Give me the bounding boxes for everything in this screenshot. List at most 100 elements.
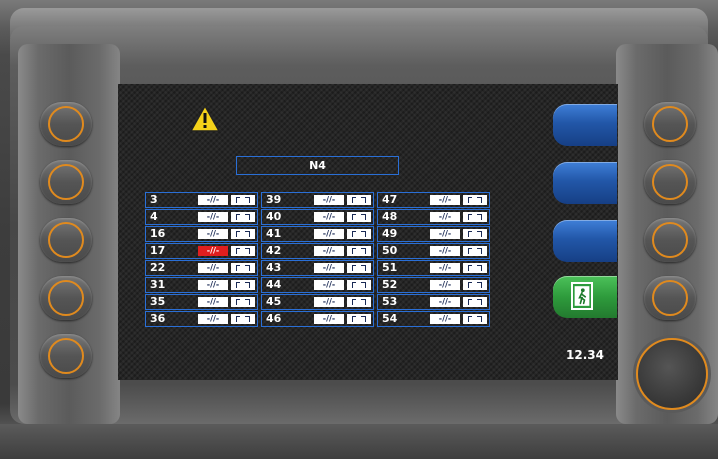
zone-row[interactable]: 51 -//- — [377, 260, 490, 276]
zone-number: 3 — [150, 193, 158, 206]
switch-icon[interactable]: -//- — [198, 263, 228, 273]
zone-row[interactable]: 48 -//- — [377, 209, 490, 225]
exit-button[interactable] — [553, 276, 617, 318]
right-softkey-2[interactable] — [644, 160, 696, 204]
switch-icon[interactable]: -//- — [198, 212, 228, 222]
bracket-icon[interactable] — [231, 297, 255, 307]
bracket-icon[interactable] — [231, 280, 255, 290]
switch-icon[interactable]: -//- — [314, 195, 344, 205]
clock-readout: 12.34 — [566, 348, 604, 362]
zone-row[interactable]: 35 -//- — [145, 294, 258, 310]
switch-icon[interactable]: -//- — [314, 246, 344, 256]
zone-row[interactable]: 39 -//- — [261, 192, 374, 208]
right-softkey-3[interactable] — [644, 218, 696, 262]
right-softkey-4[interactable] — [644, 276, 696, 320]
bracket-icon[interactable] — [463, 212, 487, 222]
zone-row[interactable]: 3 -//- — [145, 192, 258, 208]
bracket-icon[interactable] — [231, 314, 255, 324]
bracket-icon[interactable] — [347, 280, 371, 290]
rotary-knob[interactable] — [636, 338, 708, 410]
zone-row[interactable]: 4 -//- — [145, 209, 258, 225]
bracket-icon[interactable] — [347, 195, 371, 205]
switch-icon[interactable]: -//- — [430, 246, 460, 256]
switch-icon[interactable]: -//- — [314, 263, 344, 273]
bracket-icon[interactable] — [347, 212, 371, 222]
bracket-icon[interactable] — [231, 263, 255, 273]
switch-alarm-icon[interactable]: -//- — [198, 246, 228, 256]
bracket-icon[interactable] — [347, 246, 371, 256]
switch-icon[interactable]: -//- — [314, 212, 344, 222]
switch-icon[interactable]: -//- — [430, 280, 460, 290]
left-softkey-4[interactable] — [40, 276, 92, 320]
bracket-icon[interactable] — [347, 229, 371, 239]
screen-button-3[interactable] — [553, 220, 617, 262]
switch-icon[interactable]: -//- — [430, 229, 460, 239]
bracket-icon[interactable] — [463, 195, 487, 205]
zone-row[interactable]: 44 -//- — [261, 277, 374, 293]
zone-number: 40 — [266, 210, 282, 223]
zone-row[interactable]: 54 -//- — [377, 311, 490, 327]
bracket-icon[interactable] — [231, 246, 255, 256]
zone-row[interactable]: 40 -//- — [261, 209, 374, 225]
bracket-icon[interactable] — [347, 314, 371, 324]
zone-column-3: 47 -//- 48 -//- 49 -//- 50 -//- 51 -//- 52 -//- 53 -/… — [377, 192, 490, 327]
switch-icon[interactable]: -//- — [314, 229, 344, 239]
switch-icon[interactable]: -//- — [430, 195, 460, 205]
zone-row[interactable]: 22 -//- — [145, 260, 258, 276]
bracket-icon[interactable] — [463, 297, 487, 307]
bracket-icon[interactable] — [463, 246, 487, 256]
zone-row[interactable]: 36 -//- — [145, 311, 258, 327]
bracket-icon[interactable] — [231, 229, 255, 239]
right-softkey-1[interactable] — [644, 102, 696, 146]
switch-icon[interactable]: -//- — [198, 195, 228, 205]
zone-row[interactable]: 53 -//- — [377, 294, 490, 310]
left-softkey-5[interactable] — [40, 334, 92, 378]
bracket-icon[interactable] — [231, 212, 255, 222]
left-softkey-1[interactable] — [40, 102, 92, 146]
zone-row[interactable]: 41 -//- — [261, 226, 374, 242]
bracket-icon[interactable] — [347, 297, 371, 307]
zone-row[interactable]: 43 -//- — [261, 260, 374, 276]
zone-row[interactable]: 31 -//- — [145, 277, 258, 293]
switch-icon[interactable]: -//- — [430, 297, 460, 307]
warning-triangle-icon — [190, 105, 220, 132]
zone-number: 54 — [382, 312, 398, 325]
zone-row[interactable]: 52 -//- — [377, 277, 490, 293]
left-softkey-2[interactable] — [40, 160, 92, 204]
switch-icon[interactable]: -//- — [198, 280, 228, 290]
bracket-icon[interactable] — [347, 263, 371, 273]
screen-button-2[interactable] — [553, 162, 617, 204]
zone-number: 44 — [266, 278, 282, 291]
bracket-icon[interactable] — [463, 229, 487, 239]
zone-number: 52 — [382, 278, 398, 291]
left-softkey-3[interactable] — [40, 218, 92, 262]
zone-column-2: 39 -//- 40 -//- 41 -//- 42 -//- 43 -//- 44 -//- 45 -/… — [261, 192, 374, 327]
zone-row[interactable]: 45 -//- — [261, 294, 374, 310]
zone-number: 42 — [266, 244, 282, 257]
switch-icon[interactable]: -//- — [314, 297, 344, 307]
switch-icon[interactable]: -//- — [198, 297, 228, 307]
bracket-icon[interactable] — [463, 314, 487, 324]
bracket-icon[interactable] — [463, 263, 487, 273]
screen-button-1[interactable] — [553, 104, 617, 146]
zone-number: 35 — [150, 295, 166, 308]
zone-row[interactable]: 46 -//- — [261, 311, 374, 327]
switch-icon[interactable]: -//- — [314, 280, 344, 290]
switch-icon[interactable]: -//- — [198, 229, 228, 239]
zone-row[interactable]: 42 -//- — [261, 243, 374, 259]
zone-row[interactable]: 50 -//- — [377, 243, 490, 259]
switch-icon[interactable]: -//- — [314, 314, 344, 324]
switch-icon[interactable]: -//- — [430, 263, 460, 273]
switch-icon[interactable]: -//- — [198, 314, 228, 324]
switch-icon[interactable]: -//- — [430, 314, 460, 324]
zone-number: 31 — [150, 278, 166, 291]
bracket-icon[interactable] — [231, 195, 255, 205]
zone-row[interactable]: 17 -//- — [145, 243, 258, 259]
switch-icon[interactable]: -//- — [430, 212, 460, 222]
zone-number: 36 — [150, 312, 166, 325]
zone-row[interactable]: 49 -//- — [377, 226, 490, 242]
zone-row[interactable]: 47 -//- — [377, 192, 490, 208]
bracket-icon[interactable] — [463, 280, 487, 290]
zone-row[interactable]: 16 -//- — [145, 226, 258, 242]
zone-number: 16 — [150, 227, 166, 240]
